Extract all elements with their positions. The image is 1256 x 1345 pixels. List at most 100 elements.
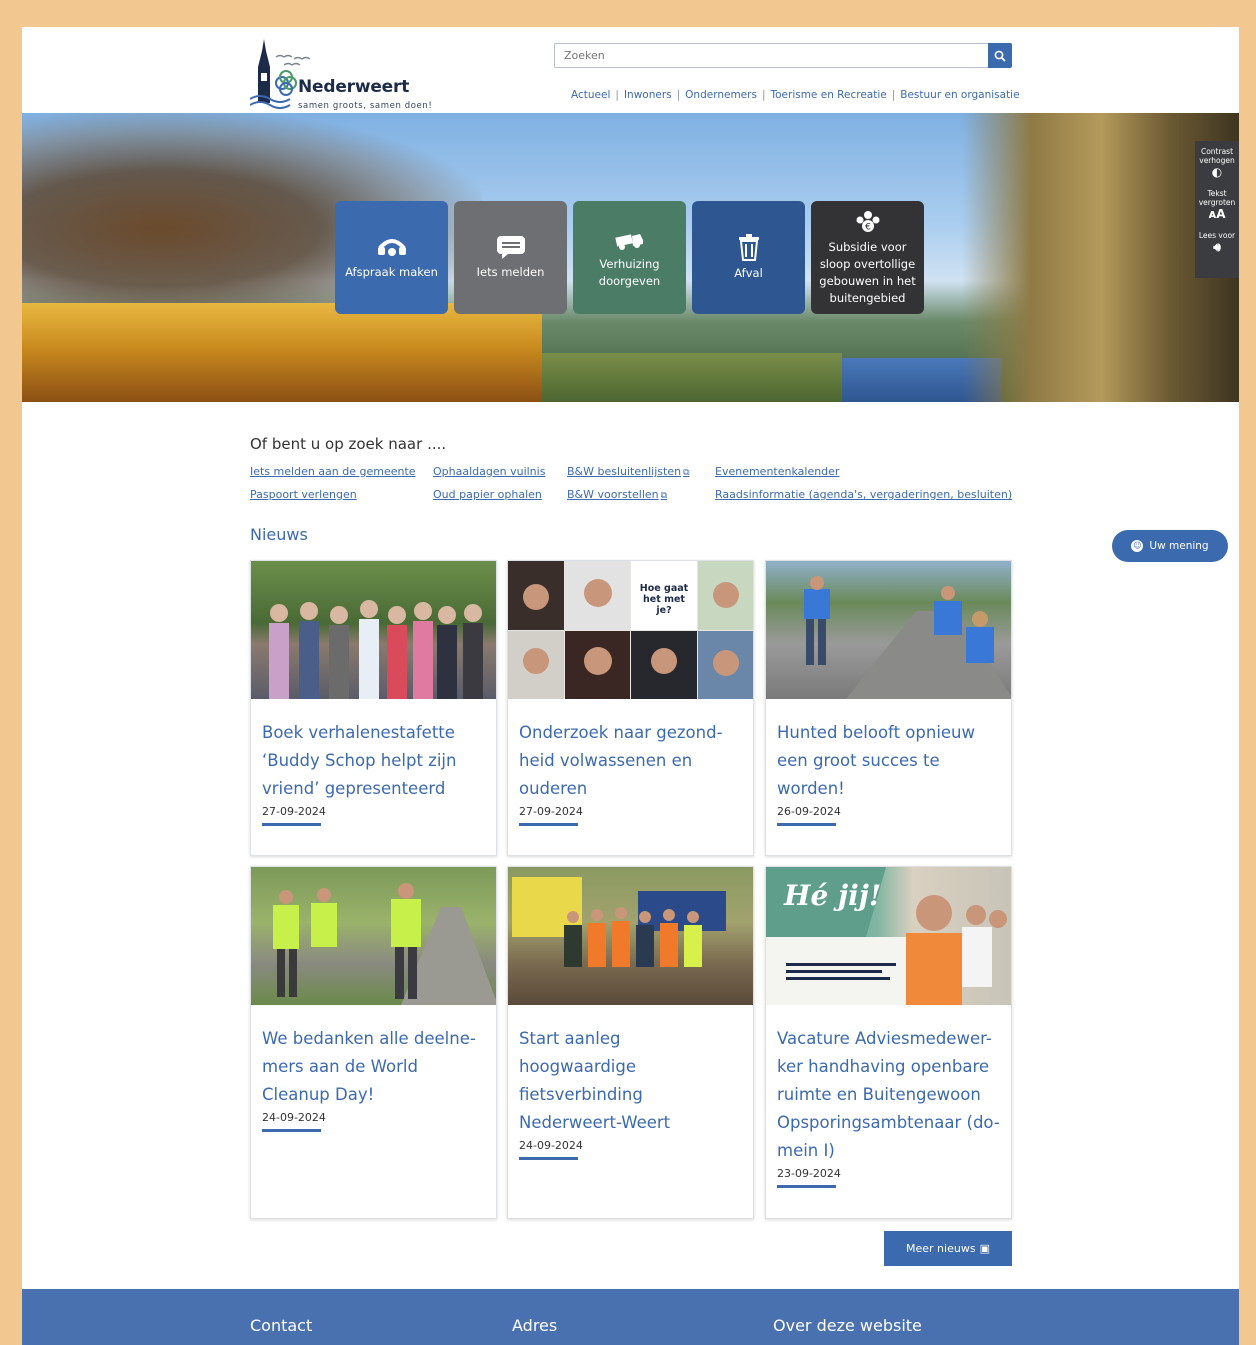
news-title: Vacature Adviesmedewer-ker handhaving op… [777, 1029, 1000, 1160]
nav-separator: | [891, 89, 896, 101]
news-card[interactable]: We bedanken alle deelne-mers aan de Worl… [250, 866, 497, 1219]
message-icon [496, 236, 525, 259]
construction-photo [512, 877, 726, 967]
link-evenementenkalender[interactable]: Evenementenkalender [715, 465, 839, 478]
feedback-button[interactable]: ☺ Uw mening [1112, 530, 1228, 562]
news-card[interactable]: Boek verhalenestafette ‘Buddy Schop help… [250, 560, 497, 856]
site-logo[interactable]: Nederweert samen groots, samen doen! [249, 33, 440, 113]
news-accent-bar [262, 823, 321, 826]
news-date: 23-09-2024 [777, 1167, 841, 1180]
news-card[interactable]: Hé jij! Vacature Adviesmedewer-ker handh… [765, 866, 1012, 1219]
news-accent-bar [777, 1185, 836, 1188]
nav-separator: | [676, 89, 681, 101]
logo-tagline: samen groots, samen doen! [298, 101, 433, 111]
newspaper-icon: ▣ [979, 1242, 990, 1255]
link-besluitenlijsten-label: B&W besluitenlijsten [567, 465, 682, 478]
text-size-label: Tekst vergroten [1198, 189, 1236, 207]
contrast-label: Contrast verhogen [1199, 147, 1235, 165]
external-link-icon: ⧉ [683, 468, 690, 478]
news-card[interactable]: Hoe gaat het met je? Onderzoek naar gezo… [507, 560, 754, 856]
smiley-icon: ☺ [1131, 540, 1144, 552]
page-frame: Nederweert samen groots, samen doen! Act… [22, 27, 1239, 1345]
tile-verhuizing-doorgeven[interactable]: Verhuizing doorgeven [573, 201, 686, 314]
nav-ondernemers[interactable]: Ondernemers [685, 89, 757, 101]
contrast-toggle[interactable]: Contrast verhogen ◐ [1195, 147, 1239, 179]
link-raadsinformatie[interactable]: Raadsinformatie (agenda's, vergaderingen… [715, 488, 1012, 501]
contrast-icon: ◐ [1211, 165, 1223, 179]
news-accent-bar [519, 1157, 578, 1160]
hero-hedge [22, 303, 542, 402]
search-icon [994, 50, 1006, 62]
trash-icon [738, 234, 759, 261]
external-link-icon: ⧉ [660, 491, 668, 501]
news-image: Hé jij! [766, 867, 1011, 1005]
tile-afval[interactable]: Afval [692, 201, 805, 314]
link-paspoort[interactable]: Paspoort verlengen [250, 488, 357, 501]
link-iets-melden[interactable]: Iets melden aan de gemeente [250, 465, 416, 478]
nav-toerisme[interactable]: Toerisme en Recreatie [770, 89, 886, 101]
news-accent-bar [262, 1129, 321, 1132]
search-input[interactable] [555, 44, 975, 67]
feedback-label: Uw mening [1149, 540, 1209, 552]
nav-actueel[interactable]: Actueel [571, 89, 610, 101]
news-title: Boek verhalenestafette ‘Buddy Schop help… [262, 723, 457, 798]
cleanup-photo [273, 883, 496, 1005]
portraits-collage [508, 561, 753, 699]
news-image: Hoe gaat het met je? [508, 561, 753, 699]
news-date: 26-09-2024 [777, 805, 841, 818]
tile-label: Verhuizing doorgeven [598, 256, 661, 288]
tile-label: Afspraak maken [345, 265, 438, 279]
link-oud-papier[interactable]: Oud papier ophalen [433, 488, 542, 501]
news-title: Onderzoek naar gezond-heid volwassenen e… [519, 723, 723, 798]
tile-afspraak-maken[interactable]: Afspraak maken [335, 201, 448, 314]
footer-adres: Adres [512, 1316, 558, 1335]
news-image [766, 561, 1011, 699]
news-date: 24-09-2024 [262, 1111, 326, 1124]
hunted-photo-runners [804, 576, 1011, 699]
news-date: 24-09-2024 [519, 1139, 583, 1152]
text-size-toggle[interactable]: Tekst vergroten ᴀA [1195, 189, 1239, 221]
suggestions-title: Of bent u op zoek naar .... [250, 435, 447, 453]
search-button[interactable] [988, 43, 1012, 68]
phone-icon [377, 239, 406, 256]
tile-iets-melden[interactable]: Iets melden [454, 201, 567, 314]
more-news-button[interactable]: Meer nieuws ▣ [884, 1231, 1012, 1266]
news-heading: Nieuws [250, 525, 308, 544]
footer-over: Over deze website [773, 1316, 922, 1335]
news-title: Hunted belooft opnieuw een groot succes … [777, 723, 976, 798]
nav-separator: | [615, 89, 619, 101]
link-besluitenlijsten[interactable]: B&W besluitenlijsten ⧉ [567, 465, 690, 478]
subsidy-icon: € [856, 210, 879, 232]
site-header: Nederweert samen groots, samen doen! Act… [22, 27, 1239, 113]
tile-label: Afval [734, 266, 763, 280]
read-aloud-label: Lees voor [1198, 231, 1236, 240]
quick-tiles: Afspraak maken Iets melden Verhuizing do… [335, 201, 924, 314]
link-voorstellen-label: B&W voorstellen [567, 488, 659, 501]
news-image [508, 867, 753, 1005]
read-aloud-toggle[interactable]: Lees voor 🔊︎ [1195, 231, 1239, 254]
news-accent-bar [519, 823, 578, 826]
hero-banner: Afspraak maken Iets melden Verhuizing do… [22, 113, 1239, 402]
news-card[interactable]: Hunted belooft opnieuw een groot succes … [765, 560, 1012, 856]
link-ophaaldagen[interactable]: Ophaaldagen vuilnis [433, 465, 545, 478]
more-news-label: Meer nieuws [906, 1242, 976, 1255]
news-card[interactable]: Start aanleg hoogwaardige fietsverbindin… [507, 866, 754, 1219]
logo-name: Nederweert [298, 77, 410, 97]
hero-grass [542, 353, 842, 402]
nav-bestuur[interactable]: Bestuur en organisatie [900, 89, 1019, 101]
news-image [251, 867, 496, 1005]
news-image [251, 561, 496, 699]
news-date: 27-09-2024 [262, 805, 326, 818]
image-caption: Hoe gaat het met je? [639, 583, 689, 616]
search-box [554, 43, 1012, 68]
footer-contact: Contact [250, 1316, 313, 1335]
speaker-icon: 🔊︎ [1213, 240, 1221, 254]
tile-label: Subsidie voor sloop overtollige gebouwen… [819, 239, 916, 305]
tile-subsidie-sloop[interactable]: € Subsidie voor sloop overtollige gebouw… [811, 201, 924, 314]
link-voorstellen[interactable]: B&W voorstellen ⧉ [567, 488, 667, 501]
news-title: Start aanleg hoogwaardige fietsverbindin… [519, 1029, 671, 1132]
image-caption: Hé jij! [784, 879, 882, 912]
tile-label: Iets melden [476, 265, 545, 279]
text-size-icon: ᴀA [1208, 207, 1226, 221]
nav-inwoners[interactable]: Inwoners [624, 89, 672, 101]
